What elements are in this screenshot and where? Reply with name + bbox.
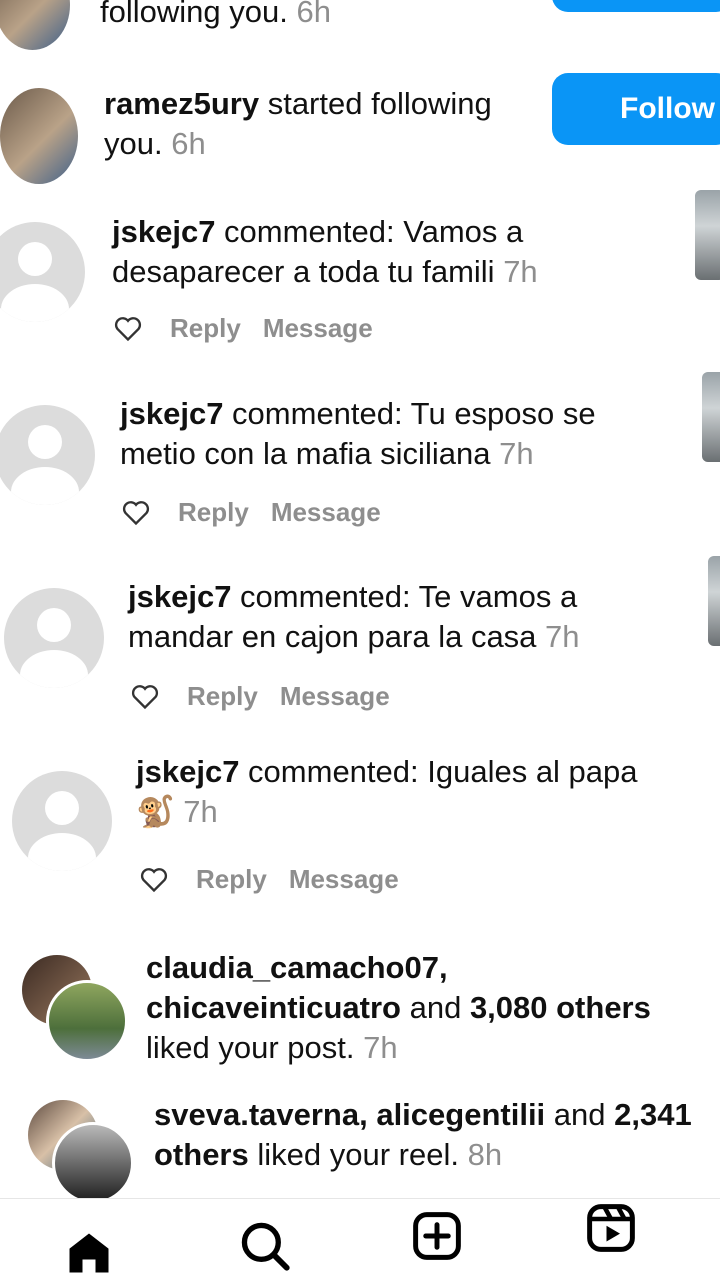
post-thumbnail[interactable] [702, 372, 720, 462]
avatar[interactable] [0, 222, 85, 322]
create-icon[interactable] [410, 1209, 464, 1263]
avatar[interactable] [46, 980, 128, 1062]
notification-text: jskejc7 commented: Iguales al papa 🐒 7h [136, 754, 638, 829]
notification-text: jskejc7 commented: Te vamos a mandar en … [128, 579, 580, 654]
follow-button[interactable]: Follow [552, 73, 720, 145]
message-button[interactable]: Message [271, 497, 381, 528]
reply-button[interactable]: Reply [178, 497, 249, 528]
avatar[interactable] [0, 88, 78, 184]
avatar[interactable] [52, 1122, 134, 1204]
comment-actions: Reply Message [140, 864, 399, 895]
avatar[interactable] [4, 588, 104, 688]
heart-icon[interactable] [122, 500, 150, 526]
heart-icon[interactable] [140, 867, 168, 893]
reels-icon[interactable] [584, 1201, 638, 1255]
avatar[interactable] [12, 771, 112, 871]
notification-text: ramez5ury started following you. 6h [104, 86, 492, 161]
home-icon[interactable] [62, 1227, 116, 1279]
post-thumbnail[interactable] [695, 190, 720, 280]
message-button[interactable]: Message [263, 313, 373, 344]
avatar[interactable] [0, 0, 70, 50]
post-thumbnail[interactable] [708, 556, 720, 646]
notification-text: following you. 6h [100, 0, 331, 29]
reply-button[interactable]: Reply [196, 864, 267, 895]
notification-text: jskejc7 commented: Tu esposo se metio co… [120, 396, 596, 471]
reply-button[interactable]: Reply [187, 681, 258, 712]
notification-text: claudia_camacho07, chicaveinticuatro and… [146, 950, 651, 1065]
comment-actions: Reply Message [114, 313, 373, 344]
follow-button[interactable] [552, 0, 720, 12]
heart-icon[interactable] [131, 684, 159, 710]
reply-button[interactable]: Reply [170, 313, 241, 344]
heart-icon[interactable] [114, 316, 142, 342]
message-button[interactable]: Message [280, 681, 390, 712]
search-icon[interactable] [236, 1217, 294, 1275]
monkey-emoji: 🐒 [136, 794, 175, 829]
bottom-nav [0, 1198, 720, 1281]
notification-text: jskejc7 commented: Vamos a desaparecer a… [112, 214, 538, 289]
message-button[interactable]: Message [289, 864, 399, 895]
comment-actions: Reply Message [122, 497, 381, 528]
avatar[interactable] [0, 405, 95, 505]
notification-text: sveva.taverna, alicegentilii and 2,341 o… [154, 1097, 692, 1172]
comment-actions: Reply Message [131, 681, 390, 712]
